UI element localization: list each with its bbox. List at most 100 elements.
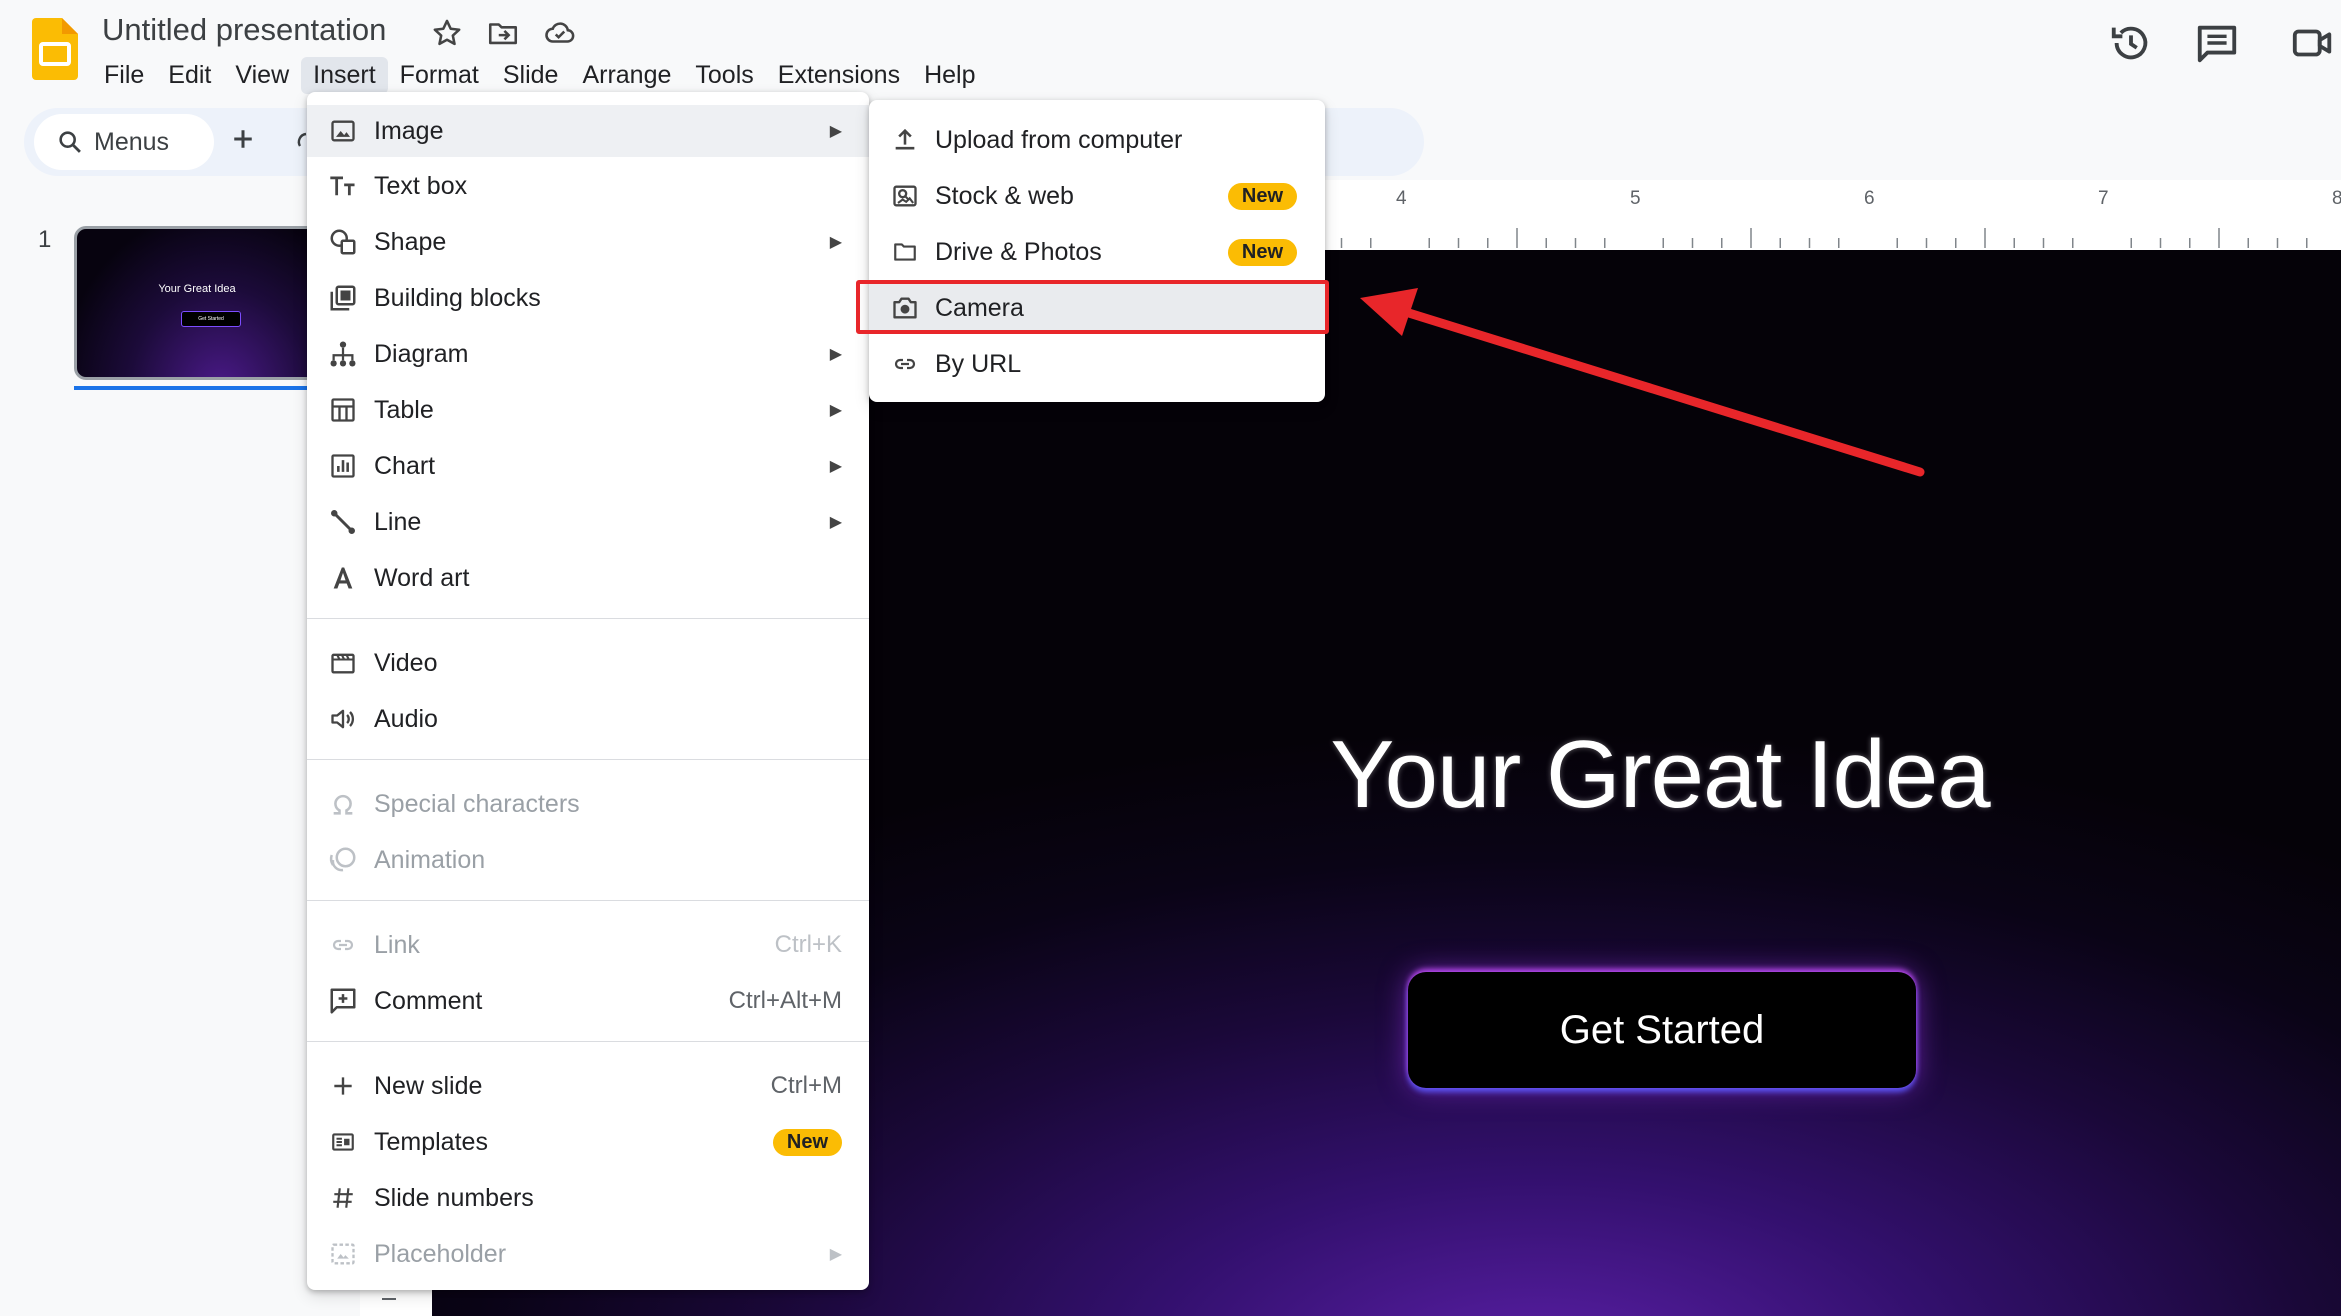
menu-item-label: Chart	[374, 451, 436, 480]
menu-item-placeholder[interactable]: Placeholder ▶	[307, 1228, 869, 1280]
menu-item-animation[interactable]: Animation	[307, 834, 869, 886]
plus-icon[interactable]	[228, 124, 258, 154]
menu-item-text-box[interactable]: Text box	[307, 160, 869, 212]
submenu-arrow-icon: ▶	[829, 123, 842, 140]
new-badge: New	[1227, 182, 1297, 210]
menu-arrange[interactable]: Arrange	[570, 57, 683, 94]
image-submenu: Upload from computer Stock & web New Dri…	[869, 100, 1325, 402]
menu-item-label: Video	[374, 648, 438, 677]
plus-icon	[327, 1070, 359, 1102]
menu-item-templates[interactable]: Templates New	[307, 1116, 869, 1168]
menu-item-slide-numbers[interactable]: Slide numbers	[307, 1172, 869, 1224]
search-icon	[56, 128, 84, 156]
menu-file[interactable]: File	[92, 57, 156, 94]
submenu-item-upload-from-computer[interactable]: Upload from computer	[869, 114, 1325, 166]
menu-item-word-art[interactable]: Word art	[307, 552, 869, 604]
menu-item-label: Line	[374, 507, 422, 536]
table-icon	[327, 394, 359, 426]
annotation-highlight-box	[856, 280, 1329, 334]
cloud-saved-icon[interactable]	[542, 16, 576, 50]
star-icon[interactable]	[430, 16, 464, 50]
submenu-item-stock-web[interactable]: Stock & web New	[869, 170, 1325, 222]
menu-separator	[307, 759, 869, 760]
animation-icon	[327, 844, 359, 876]
menu-item-label: Audio	[374, 704, 438, 733]
version-history-icon[interactable]	[2108, 20, 2154, 66]
menus-search-button[interactable]: Menus	[34, 114, 214, 170]
menu-item-special-characters[interactable]: Special characters	[307, 778, 869, 830]
comments-icon[interactable]	[2194, 20, 2240, 66]
menu-item-audio[interactable]: Audio	[307, 693, 869, 745]
slides-logo-icon[interactable]	[32, 18, 78, 80]
menu-item-label: Image	[374, 116, 444, 145]
ruler-label: 8	[2332, 188, 2341, 209]
menu-format[interactable]: Format	[388, 57, 491, 94]
submenu-arrow-icon: ▶	[829, 234, 842, 251]
hash-icon	[327, 1182, 359, 1214]
thumbnail-button: Get Started	[181, 311, 241, 327]
submenu-item-drive-photos[interactable]: Drive & Photos New	[869, 226, 1325, 278]
stock-image-icon	[889, 180, 921, 212]
menu-view[interactable]: View	[223, 57, 301, 94]
menu-item-diagram[interactable]: Diagram ▶	[307, 328, 869, 380]
menu-item-label: Shape	[374, 227, 447, 256]
new-badge: New	[772, 1128, 842, 1156]
comment-icon	[327, 985, 359, 1017]
menu-item-link[interactable]: Link Ctrl+K	[307, 919, 869, 971]
thumbnail-selection-indicator	[74, 386, 314, 390]
diagram-icon	[327, 338, 359, 370]
upload-icon	[889, 124, 921, 156]
menu-item-table[interactable]: Table ▶	[307, 384, 869, 436]
menu-item-new-slide[interactable]: New slide Ctrl+M	[307, 1060, 869, 1112]
submenu-item-label: Drive & Photos	[935, 237, 1102, 266]
submenu-arrow-icon: ▶	[829, 1246, 842, 1263]
menu-item-comment[interactable]: Comment Ctrl+Alt+M	[307, 975, 869, 1027]
menu-item-shape[interactable]: Shape ▶	[307, 216, 869, 268]
insert-menu: Image ▶ Text box Shape ▶ Building blocks…	[307, 92, 869, 1290]
get-started-button[interactable]: Get Started	[1408, 972, 1916, 1088]
document-title[interactable]: Untitled presentation	[102, 12, 386, 48]
menu-item-label: Text box	[374, 171, 468, 200]
text-box-icon	[327, 170, 359, 202]
menu-item-label: Table	[374, 395, 434, 424]
thumbnail-title: Your Great Idea	[158, 283, 236, 295]
move-folder-icon[interactable]	[486, 16, 520, 50]
menu-item-label: Building blocks	[374, 283, 541, 312]
menu-item-video[interactable]: Video	[307, 637, 869, 689]
menu-tools[interactable]: Tools	[683, 57, 765, 94]
menus-search-label: Menus	[94, 127, 170, 156]
menu-item-label: Special characters	[374, 789, 580, 818]
audio-icon	[327, 703, 359, 735]
slide-number: 1	[38, 226, 52, 253]
meet-video-icon[interactable]	[2290, 20, 2336, 66]
menu-insert[interactable]: Insert	[301, 56, 388, 94]
menu-item-label: Diagram	[374, 339, 469, 368]
submenu-item-label: Upload from computer	[935, 125, 1183, 154]
line-icon	[327, 506, 359, 538]
menu-extensions[interactable]: Extensions	[766, 57, 912, 94]
menu-item-image[interactable]: Image ▶	[307, 105, 869, 157]
menu-item-label: Animation	[374, 845, 486, 874]
menu-item-shortcut: Ctrl+K	[774, 931, 842, 958]
folder-icon	[889, 236, 921, 268]
slide-thumbnail[interactable]: Your Great Idea Get Started	[74, 226, 320, 380]
link-icon	[889, 348, 921, 380]
menu-help[interactable]: Help	[912, 57, 987, 94]
menu-item-building-blocks[interactable]: Building blocks	[307, 272, 869, 324]
menu-item-label: Templates	[374, 1127, 488, 1156]
menu-separator	[307, 900, 869, 901]
submenu-arrow-icon: ▶	[829, 458, 842, 475]
menu-item-label: Slide numbers	[374, 1183, 534, 1212]
menu-item-line[interactable]: Line ▶	[307, 496, 869, 548]
link-icon	[327, 929, 359, 961]
templates-icon	[327, 1126, 359, 1158]
menu-slide[interactable]: Slide	[491, 57, 571, 94]
menu-item-chart[interactable]: Chart ▶	[307, 440, 869, 492]
new-badge: New	[1227, 238, 1297, 266]
submenu-arrow-icon: ▶	[829, 346, 842, 363]
submenu-item-by-url[interactable]: By URL	[869, 338, 1325, 390]
slide-title[interactable]: Your Great Idea	[870, 720, 2341, 830]
menu-edit[interactable]: Edit	[156, 57, 223, 94]
ruler-label: 7	[2098, 188, 2109, 209]
submenu-item-label: By URL	[935, 349, 1022, 378]
